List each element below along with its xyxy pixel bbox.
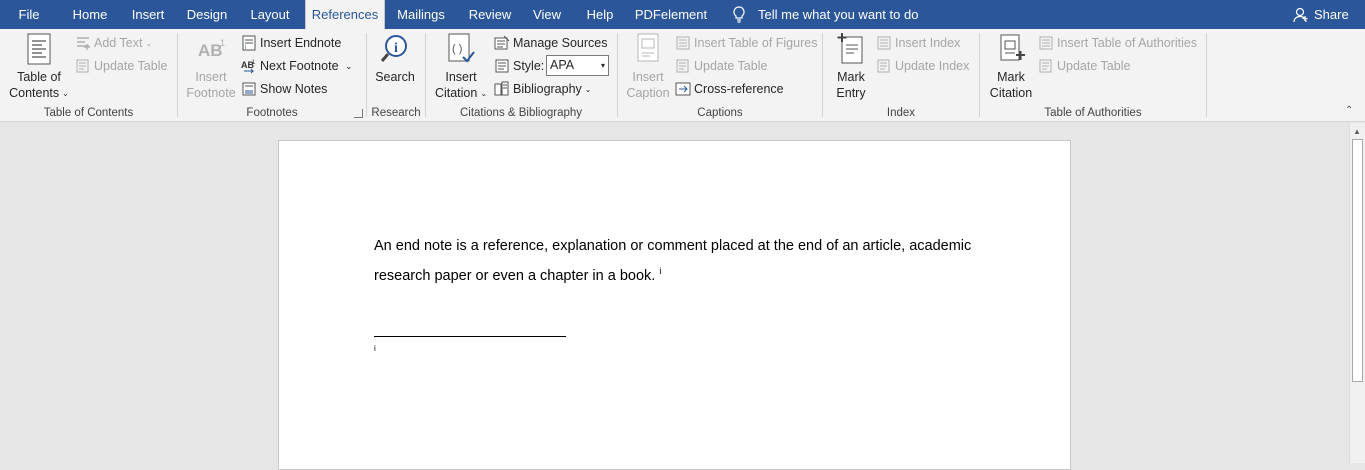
group-separator (1206, 33, 1207, 117)
manage-sources-icon (494, 35, 510, 50)
update-index-icon (877, 59, 890, 73)
group-separator (979, 33, 980, 117)
insert-citation-icon: ( ) (448, 33, 475, 63)
person-icon (1293, 7, 1308, 23)
tab-file[interactable]: File (10, 0, 48, 29)
paragraph-line-1: An end note is a reference, explanation … (374, 238, 972, 254)
insert-caption-label-2: Caption (626, 86, 670, 100)
toc-label-2: Contents ⌄ (9, 86, 69, 100)
group-separator (425, 33, 426, 117)
insert-citation-label-2: Citation ⌄ (434, 86, 488, 100)
svg-text:i: i (394, 41, 398, 56)
tab-pdfelement[interactable]: PDFelement (630, 0, 712, 29)
table-of-contents-icon (27, 33, 51, 65)
lightbulb-icon (733, 6, 745, 23)
table-of-figures-icon (676, 36, 690, 50)
tab-references[interactable]: References (305, 0, 385, 29)
ribbon-tab-bar: File Home Insert Design Layout Reference… (0, 0, 1365, 29)
group-label-research: Research (371, 107, 421, 119)
add-text-icon (77, 37, 90, 50)
style-icon (495, 59, 509, 73)
tab-review[interactable]: Review (462, 0, 518, 29)
update-table-icon (676, 59, 689, 73)
tab-mailings[interactable]: Mailings (391, 0, 451, 29)
insert-index-icon (877, 36, 891, 50)
insert-citation-label-1: Insert (445, 70, 477, 84)
document-page[interactable]: An end note is a reference, explanation … (278, 140, 1071, 470)
share-label: Share (1314, 7, 1349, 22)
svg-text:i: i (245, 45, 246, 51)
tab-home[interactable]: Home (66, 0, 114, 29)
scroll-up-icon[interactable]: ▲ (1353, 127, 1361, 136)
footnotes-dialog-launcher[interactable] (354, 109, 363, 118)
next-footnote-icon: AB1 (241, 60, 256, 74)
tab-help[interactable]: Help (579, 0, 621, 29)
svg-text:( ): ( ) (452, 43, 462, 55)
tab-view[interactable]: View (526, 0, 568, 29)
show-notes-icon (242, 82, 256, 96)
group-label-toc: Table of Contents (43, 107, 134, 119)
svg-text:1: 1 (220, 38, 225, 48)
vertical-scrollbar[interactable]: ▲ (1349, 123, 1365, 463)
next-footnote-dropdown[interactable]: ⌄ (345, 56, 353, 76)
mark-citation-icon (1000, 34, 1025, 61)
group-label-citations: Citations & Bibliography (459, 107, 583, 119)
insert-endnote-icon: i (242, 35, 256, 51)
insert-footnote-icon: AB 1 (198, 38, 225, 60)
insert-caption-label-1: Insert (632, 70, 664, 84)
tab-insert[interactable]: Insert (124, 0, 172, 29)
tab-design[interactable]: Design (181, 0, 233, 29)
group-label-captions: Captions (697, 107, 743, 119)
tell-me-text: Tell me what you want to do (758, 7, 919, 22)
mark-entry-label-2: Entry (836, 86, 866, 100)
cross-reference-icon (675, 82, 691, 96)
mark-citation-label-1: Mark (997, 70, 1025, 84)
mark-entry-label-1: Mark (837, 70, 865, 84)
group-label-toa: Table of Authorities (1044, 107, 1142, 119)
collapse-ribbon-icon[interactable]: ⌃ (1345, 105, 1353, 116)
tab-layout[interactable]: Layout (242, 0, 298, 29)
paragraph-line-2: research paper or even a chapter in a bo… (374, 266, 662, 284)
bibliography-icon (494, 81, 509, 96)
mark-entry-icon (837, 33, 863, 64)
chevron-down-icon: ▾ (600, 61, 605, 70)
mark-citation-label-2: Citation (989, 86, 1033, 100)
references-ribbon: Table of Contents ⌄ Add Text ⌄ Update Tabl… (0, 29, 1365, 122)
update-table-icon (1039, 59, 1052, 73)
insert-toa-icon (1039, 36, 1053, 50)
insert-caption-icon (637, 33, 659, 62)
endnote-mark[interactable]: i (374, 344, 376, 353)
group-separator (617, 33, 618, 117)
insert-footnote-label-2: Footnote (186, 86, 236, 100)
svg-text:1: 1 (252, 60, 256, 66)
group-label-footnotes: Footnotes (246, 107, 298, 119)
scrollbar-thumb[interactable] (1352, 139, 1363, 382)
group-separator (366, 33, 367, 117)
insert-footnote-label-1: Insert (195, 70, 227, 84)
citation-style-value: APA (550, 58, 575, 72)
group-separator (177, 33, 178, 117)
citation-style-select[interactable]: APA ▾ (546, 55, 609, 76)
document-canvas: An end note is a reference, explanation … (0, 123, 1349, 470)
group-label-index: Index (886, 107, 916, 119)
endnote-reference[interactable]: i (659, 266, 661, 276)
document-body[interactable]: An end note is a reference, explanation … (374, 234, 1014, 289)
search-label: Search (375, 70, 415, 84)
toc-label-1: Table of (17, 70, 61, 84)
svg-text:AB: AB (198, 41, 223, 60)
smart-lookup-icon: i (380, 35, 407, 62)
endnote-separator (374, 336, 566, 337)
update-table-icon (76, 59, 89, 73)
group-separator (822, 33, 823, 117)
